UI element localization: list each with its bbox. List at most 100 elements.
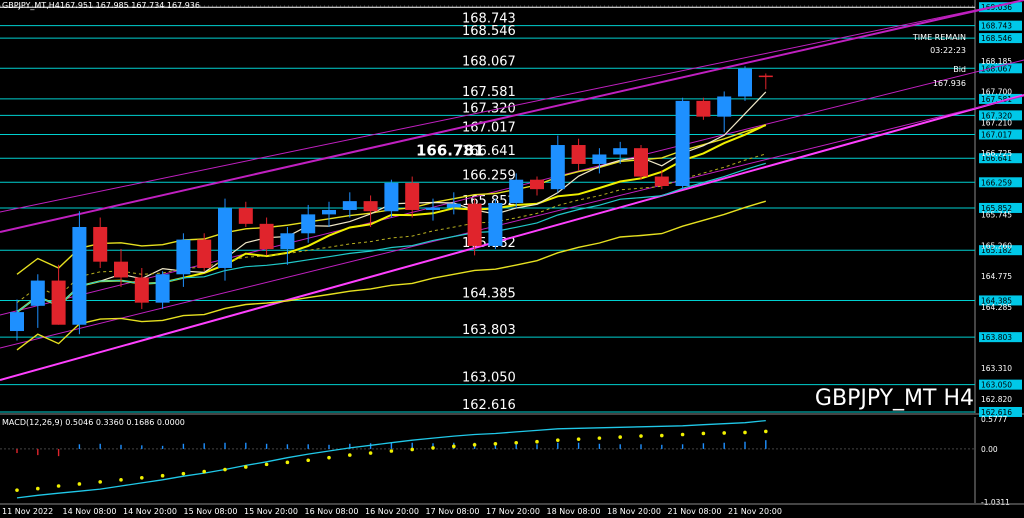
- macd-signal-dot: [514, 440, 518, 445]
- macd-signal-dot: [493, 441, 498, 446]
- candle-body: [155, 274, 170, 303]
- macd-signal-dot: [764, 429, 768, 434]
- level-price-tag-text: 168.546: [981, 34, 1012, 43]
- time-remain-value: 03:22:23: [930, 46, 966, 55]
- level-label: 167.320: [462, 101, 516, 116]
- date-axis-label: 15 Nov 08:00: [184, 507, 238, 516]
- chart-root: 169.036 168.743 168.743 168.546 168.546 168.0…: [0, 0, 1024, 518]
- candle-body: [384, 182, 399, 212]
- candle-body: [51, 280, 66, 325]
- macd-signal-dot: [160, 473, 165, 478]
- macd-signal-dot: [306, 458, 311, 463]
- price-axis-tick: 167.210: [981, 118, 1012, 127]
- candle-body: [717, 96, 732, 117]
- level-label: 162.616: [462, 398, 516, 413]
- macd-signal-dot: [389, 449, 394, 453]
- candle-body: [550, 145, 565, 190]
- macd-signal-dot: [119, 478, 123, 482]
- date-axis-label: 16 Nov 08:00: [305, 507, 359, 516]
- macd-signal-dot: [285, 460, 290, 465]
- candle-body: [405, 182, 420, 210]
- candle-body: [301, 214, 316, 234]
- macd-signal-dot: [223, 467, 227, 472]
- level-price-tag-text: 167.017: [981, 130, 1012, 139]
- level-label: 163.050: [462, 371, 516, 386]
- candle-body: [488, 203, 503, 246]
- macd-axis-tick: -1.0311: [981, 498, 1010, 507]
- macd-signal-dot: [140, 475, 144, 480]
- price-axis-tick: 165.745: [981, 211, 1012, 220]
- candle-body: [176, 239, 191, 275]
- macd-signal-dot: [368, 451, 373, 455]
- dashed-line: [16, 153, 766, 304]
- candle-body: [467, 203, 482, 246]
- macd-signal-dot: [202, 469, 206, 474]
- date-axis-label: 18 Nov 20:00: [607, 507, 661, 516]
- macd-signal-dot: [680, 432, 685, 437]
- price-axis-tick: 165.260: [981, 241, 1012, 250]
- price-axis-tick: 167.700: [981, 87, 1012, 96]
- date-axis-label: 14 Nov 08:00: [63, 507, 117, 516]
- candle-body: [426, 207, 440, 210]
- candle-body: [592, 154, 607, 164]
- level-label: 168.546: [462, 24, 516, 39]
- level-label: 167.581: [462, 85, 516, 100]
- macd-signal-dot: [722, 431, 726, 435]
- level-label: 163.803: [462, 323, 516, 338]
- price-axis-tick: 164.285: [981, 303, 1012, 312]
- bid-value: 167.936: [933, 79, 966, 88]
- candle-body: [634, 148, 648, 177]
- level-label: 164.385: [462, 286, 516, 301]
- macd-signal-dot: [264, 462, 269, 467]
- candle-body: [93, 226, 108, 262]
- macd-signal-dot: [244, 465, 248, 469]
- candle-body: [342, 201, 357, 210]
- candle-body: [613, 148, 628, 155]
- candle-body: [238, 208, 253, 224]
- macd-signal-dot: [77, 482, 82, 486]
- date-axis-label: 17 Nov 08:00: [426, 507, 480, 516]
- level-price-tag-text: 163.050: [981, 381, 1012, 390]
- macd-signal-dot: [660, 433, 664, 438]
- macd-signal-dot: [410, 447, 415, 452]
- candle-body: [134, 277, 149, 303]
- time-remain-label: TIME REMAIN: [912, 33, 966, 42]
- candle-body: [738, 68, 752, 97]
- ma-slow-line: [16, 123, 767, 313]
- pivot-label: 166.781: [416, 142, 484, 160]
- macd-signal-dot: [556, 438, 560, 442]
- candle-body: [10, 312, 24, 332]
- macd-signal-dot: [452, 444, 456, 449]
- price-axis-tick: 162.820: [981, 395, 1012, 404]
- chart-watermark: GBPJPY_MT H4: [815, 386, 974, 411]
- candle-body: [72, 226, 87, 325]
- candle-body: [509, 179, 524, 204]
- candle-body: [280, 233, 295, 250]
- date-axis-label: 21 Nov 08:00: [668, 507, 722, 516]
- macd-signal-dot: [15, 488, 19, 492]
- symbol-label: GBPJPY_MT,H4: [2, 1, 60, 10]
- level-price-tag-text: 166.259: [981, 178, 1012, 187]
- macd-signal-dot: [431, 446, 435, 450]
- date-axis-label: 17 Nov 20:00: [486, 507, 540, 516]
- macd-signal-dot: [348, 453, 352, 457]
- price-axis-tick: 163.310: [981, 364, 1012, 373]
- header-quote: 167.951 167.985 167.734 167.936: [60, 1, 200, 10]
- candle-body: [758, 75, 773, 78]
- date-axis-label: 14 Nov 20:00: [123, 507, 177, 516]
- bid-label: Bid: [953, 65, 966, 74]
- date-axis-label: 21 Nov 20:00: [728, 507, 782, 516]
- macd-signal-dot: [327, 455, 331, 460]
- candle-body: [363, 201, 378, 212]
- candle-body: [446, 203, 461, 208]
- candle-body: [218, 208, 232, 268]
- macd-signal-dot: [56, 484, 61, 488]
- macd-signal-dot: [98, 480, 102, 484]
- level-price-tag-text: 163.803: [981, 333, 1012, 342]
- macd-axis-tick: 0.00: [981, 445, 998, 454]
- level-label: 168.067: [462, 54, 516, 69]
- macd-signal-dot: [743, 430, 747, 435]
- macd-axis-tick: 0.5777: [981, 415, 1007, 424]
- date-axis-label: 15 Nov 20:00: [244, 507, 298, 516]
- macd-signal-dot: [181, 471, 186, 476]
